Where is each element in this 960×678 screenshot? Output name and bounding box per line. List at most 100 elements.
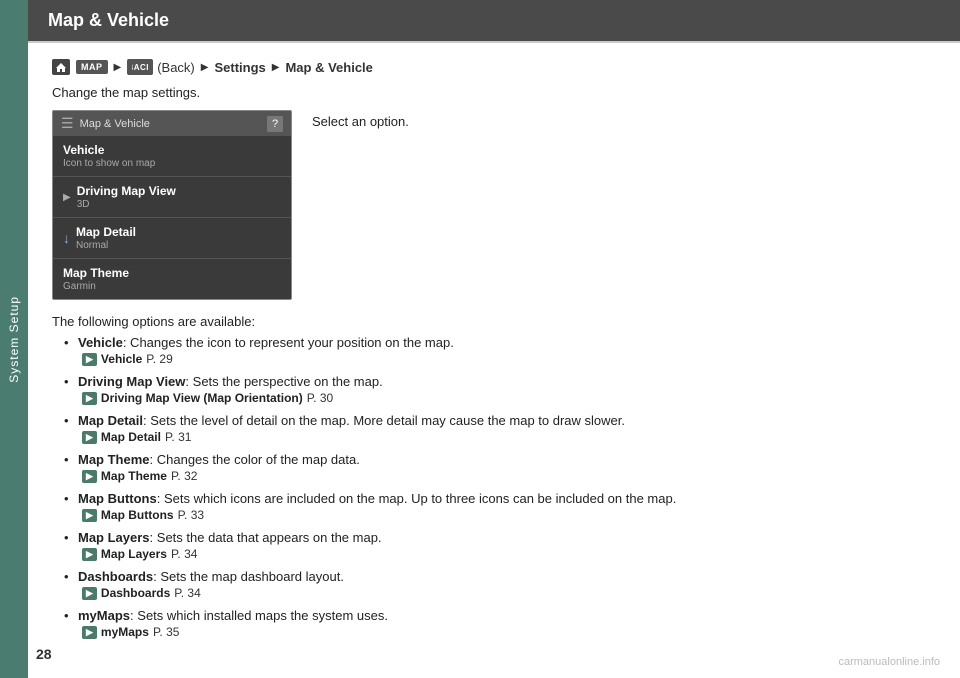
ref-label-vehicle: Vehicle [101, 352, 142, 366]
list-item-theme: Map Theme: Changes the color of the map … [64, 452, 936, 483]
menu-header-left: ☰ Map & Vehicle [61, 115, 150, 132]
ref-page-mymaps: P. 35 [153, 625, 179, 639]
layout-row: ☰ Map & Vehicle ? Vehicle Icon to show o… [52, 110, 936, 300]
menu-item-driving[interactable]: ▶ Driving Map View 3D [53, 177, 291, 218]
ref-page-detail: P. 31 [165, 430, 191, 444]
menu-screenshot: ☰ Map & Vehicle ? Vehicle Icon to show o… [52, 110, 292, 300]
option-term-buttons: Map Buttons [78, 491, 157, 506]
list-item-mymaps: myMaps: Sets which installed maps the sy… [64, 608, 936, 639]
header-title: Map & Vehicle [48, 10, 169, 30]
option-desc-buttons: Sets which icons are included on the map… [160, 491, 676, 506]
option-desc-dashboards: Sets the map dashboard layout. [157, 569, 344, 584]
option-term-detail: Map Detail [78, 413, 143, 428]
ref-line-vehicle: ▶ Vehicle P. 29 [82, 352, 936, 366]
ref-page-driving: P. 30 [307, 391, 333, 405]
ref-label-mymaps: myMaps [101, 625, 149, 639]
select-option-text: Select an option. [312, 110, 409, 300]
option-term-driving: Driving Map View [78, 374, 185, 389]
ref-icon-layers: ▶ [82, 548, 97, 561]
ref-label-dashboards: Dashboards [101, 586, 170, 600]
ref-page-theme: P. 32 [171, 469, 197, 483]
menu-item-theme-sub: Garmin [63, 281, 281, 292]
list-item-vehicle: Vehicle: Changes the icon to represent y… [64, 335, 936, 366]
page-header: Map & Vehicle [28, 0, 960, 43]
list-item-dashboards: Dashboards: Sets the map dashboard layou… [64, 569, 936, 600]
main-area: Map & Vehicle MAP ▶ BACK (Back) ▶ Settin… [28, 0, 960, 678]
menu-item-driving-row: ▶ Driving Map View 3D [63, 184, 281, 210]
menu-item-detail-row: ↓ Map Detail Normal [63, 225, 281, 251]
options-list: Vehicle: Changes the icon to represent y… [52, 335, 936, 639]
back-label: (Back) [157, 60, 195, 75]
back-button: BACK [127, 59, 153, 75]
menu-item-vehicle-title: Vehicle [63, 143, 281, 157]
list-item-driving: Driving Map View: Sets the perspective o… [64, 374, 936, 405]
svg-text:BACK: BACK [132, 63, 148, 72]
ref-page-buttons: P. 33 [178, 508, 204, 522]
ref-page-dashboards: P. 34 [174, 586, 200, 600]
content-area: MAP ▶ BACK (Back) ▶ Settings ▶ Map & Veh… [28, 43, 960, 678]
list-item-buttons: Map Buttons: Sets which icons are includ… [64, 491, 936, 522]
breadcrumb: MAP ▶ BACK (Back) ▶ Settings ▶ Map & Veh… [52, 59, 936, 75]
ref-line-driving: ▶ Driving Map View (Map Orientation) P. … [82, 391, 936, 405]
menu-item-driving-text: Driving Map View 3D [77, 184, 176, 210]
nav-arrow-3: ▶ [272, 62, 280, 73]
ref-icon-theme: ▶ [82, 470, 97, 483]
menu-item-theme[interactable]: Map Theme Garmin [53, 259, 291, 299]
nav-arrow-1: ▶ [114, 62, 122, 73]
ref-page-vehicle: P. 29 [146, 352, 172, 366]
option-term-theme: Map Theme [78, 452, 150, 467]
option-term-mymaps: myMaps [78, 608, 130, 623]
option-term-dashboards: Dashboards [78, 569, 153, 584]
sidebar-label: System Setup [7, 296, 21, 383]
ref-icon-buttons: ▶ [82, 509, 97, 522]
list-item-detail: Map Detail: Sets the level of detail on … [64, 413, 936, 444]
options-section: The following options are available: Veh… [52, 314, 936, 639]
ref-line-dashboards: ▶ Dashboards P. 34 [82, 586, 936, 600]
menu-header: ☰ Map & Vehicle ? [53, 111, 291, 136]
menu-item-driving-sub: 3D [77, 199, 176, 210]
map-button: MAP [76, 60, 108, 74]
following-text: The following options are available: [52, 314, 936, 329]
ref-page-layers: P. 34 [171, 547, 197, 561]
page-title-nav: Map & Vehicle [285, 60, 372, 75]
option-desc-vehicle: Changes the icon to represent your posit… [126, 335, 453, 350]
option-desc-layers: Sets the data that appears on the map. [153, 530, 381, 545]
ref-line-buttons: ▶ Map Buttons P. 33 [82, 508, 936, 522]
ref-label-layers: Map Layers [101, 547, 167, 561]
ref-label-driving: Driving Map View (Map Orientation) [101, 391, 303, 405]
ref-icon-dashboards: ▶ [82, 587, 97, 600]
menu-item-driving-title: Driving Map View [77, 184, 176, 198]
menu-hamburger-icon: ☰ [61, 115, 74, 132]
home-icon [52, 59, 70, 75]
option-desc-theme: Changes the color of the map data. [153, 452, 360, 467]
arrow-down-icon: ↓ [63, 230, 70, 246]
list-item-layers: Map Layers: Sets the data that appears o… [64, 530, 936, 561]
sidebar: System Setup [0, 0, 28, 678]
ref-icon-driving: ▶ [82, 392, 97, 405]
ref-icon-detail: ▶ [82, 431, 97, 444]
ref-line-layers: ▶ Map Layers P. 34 [82, 547, 936, 561]
menu-item-detail-sub: Normal [76, 240, 136, 251]
watermark: carmanualonline.info [838, 656, 940, 668]
ref-label-theme: Map Theme [101, 469, 167, 483]
menu-item-detail-text: Map Detail Normal [76, 225, 136, 251]
option-term-vehicle: Vehicle [78, 335, 123, 350]
option-desc-detail: Sets the level of detail on the map. Mor… [147, 413, 625, 428]
page-number: 28 [36, 646, 52, 662]
menu-item-detail-title: Map Detail [76, 225, 136, 239]
ref-line-theme: ▶ Map Theme P. 32 [82, 469, 936, 483]
intro-text: Change the map settings. [52, 85, 936, 100]
option-desc-driving: Sets the perspective on the map. [189, 374, 383, 389]
ref-label-detail: Map Detail [101, 430, 161, 444]
menu-help-icon: ? [267, 116, 283, 132]
ref-label-buttons: Map Buttons [101, 508, 174, 522]
menu-header-title: Map & Vehicle [80, 118, 150, 130]
option-term-layers: Map Layers [78, 530, 150, 545]
ref-icon-vehicle: ▶ [82, 353, 97, 366]
settings-label: Settings [214, 60, 265, 75]
ref-line-detail: ▶ Map Detail P. 31 [82, 430, 936, 444]
chevron-right-icon: ▶ [63, 192, 71, 203]
menu-item-detail[interactable]: ↓ Map Detail Normal [53, 218, 291, 259]
ref-icon-mymaps: ▶ [82, 626, 97, 639]
menu-item-vehicle[interactable]: Vehicle Icon to show on map [53, 136, 291, 177]
